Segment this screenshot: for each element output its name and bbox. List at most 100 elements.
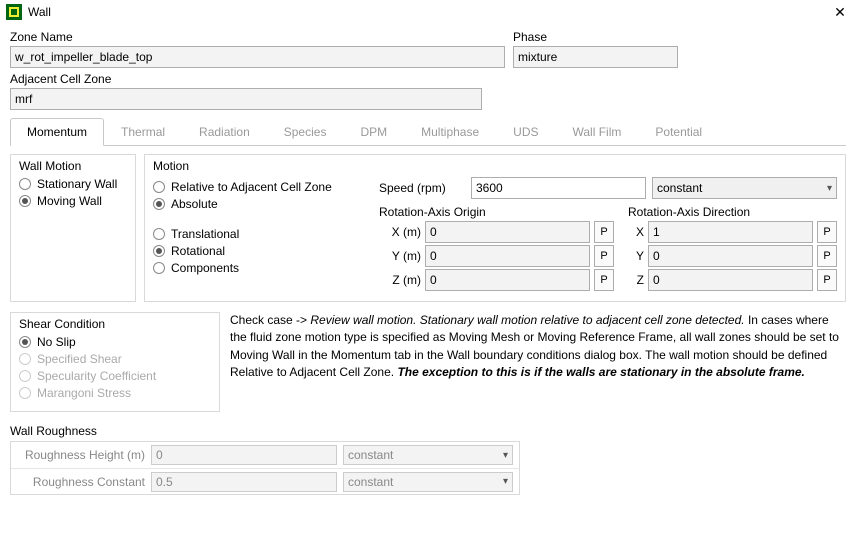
direction-x-p-button[interactable]: P [817,221,837,243]
note-bold: The exception to this is if the walls ar… [397,365,804,379]
check-case-note: Check case -> Review wall motion. Statio… [230,312,846,412]
wall-motion-group: Wall Motion Stationary Wall Moving Wall [10,154,136,302]
window-title: Wall [28,5,830,19]
roughness-height-label: Roughness Height (m) [17,448,145,462]
shear-specularity-label: Specularity Coefficient [37,369,156,383]
origin-y-input[interactable] [425,245,590,267]
rotation-direction-title: Rotation-Axis Direction [628,205,837,219]
roughness-group: Roughness Height (m) constant ▾ Roughnes… [10,441,520,495]
direction-y-label: Y [628,249,644,263]
speed-input[interactable] [471,177,646,199]
motion-title: Motion [153,159,837,173]
app-icon [6,4,22,20]
tabs: Momentum Thermal Radiation Species DPM M… [10,118,846,146]
radio-icon [153,228,165,240]
motion-ref-relative[interactable]: Relative to Adjacent Cell Zone [153,180,363,194]
note-italic: Review wall motion. Stationary wall moti… [310,313,744,327]
direction-y-input[interactable] [648,245,813,267]
origin-y-label: Y (m) [379,249,421,263]
origin-z-p-button[interactable]: P [594,269,614,291]
radio-icon [153,262,165,274]
shear-title: Shear Condition [19,317,211,331]
note-lead: Check case -> [230,313,310,327]
rotation-origin-title: Rotation-Axis Origin [379,205,614,219]
shear-marangoni: Marangoni Stress [19,386,211,400]
motion-ref-relative-label: Relative to Adjacent Cell Zone [171,180,332,194]
speed-label: Speed (rpm) [379,181,465,195]
motion-type-components[interactable]: Components [153,261,363,275]
motion-type-translational-label: Translational [171,227,239,241]
tab-thermal[interactable]: Thermal [104,118,182,145]
speed-mode-dropdown[interactable]: constant ▾ [652,177,837,199]
roughness-height-input [151,445,337,465]
tab-dpm[interactable]: DPM [343,118,404,145]
tab-momentum[interactable]: Momentum [10,118,104,146]
roughness-constant-input [151,472,337,492]
shear-marangoni-label: Marangoni Stress [37,386,131,400]
shear-no-slip-label: No Slip [37,335,76,349]
wall-motion-moving[interactable]: Moving Wall [19,194,127,208]
wall-motion-moving-label: Moving Wall [37,194,102,208]
wall-motion-title: Wall Motion [19,159,127,173]
origin-z-label: Z (m) [379,273,421,287]
direction-x-input[interactable] [648,221,813,243]
wall-motion-stationary-label: Stationary Wall [37,177,117,191]
speed-mode-value: constant [657,181,702,195]
chevron-down-icon: ▾ [827,183,832,194]
radio-icon [19,387,31,399]
origin-y-p-button[interactable]: P [594,245,614,267]
origin-z-input[interactable] [425,269,590,291]
roughness-title: Wall Roughness [10,424,846,438]
radio-icon [19,353,31,365]
phase-input[interactable] [513,46,678,68]
radio-icon [19,195,31,207]
radio-icon [19,370,31,382]
tab-uds[interactable]: UDS [496,118,555,145]
roughness-height-mode-dropdown: constant ▾ [343,445,513,465]
zone-name-label: Zone Name [10,30,505,44]
tab-potential[interactable]: Potential [638,118,719,145]
roughness-constant-mode-dropdown: constant ▾ [343,472,513,492]
origin-x-label: X (m) [379,225,421,239]
shear-specified-label: Specified Shear [37,352,122,366]
origin-x-input[interactable] [425,221,590,243]
tab-radiation[interactable]: Radiation [182,118,267,145]
motion-type-rotational[interactable]: Rotational [153,244,363,258]
tab-wall-film[interactable]: Wall Film [556,118,639,145]
radio-icon [153,181,165,193]
titlebar: Wall ✕ [0,0,856,24]
radio-icon [19,178,31,190]
origin-x-p-button[interactable]: P [594,221,614,243]
roughness-constant-mode-value: constant [348,475,393,489]
motion-ref-absolute-label: Absolute [171,197,218,211]
direction-x-label: X [628,225,644,239]
wall-motion-stationary[interactable]: Stationary Wall [19,177,127,191]
radio-icon [19,336,31,348]
direction-z-input[interactable] [648,269,813,291]
radio-icon [153,245,165,257]
motion-group: Motion Relative to Adjacent Cell Zone Ab… [144,154,846,302]
radio-icon [153,198,165,210]
rotation-origin-group: Rotation-Axis Origin X (m) P Y (m) P [379,205,614,293]
roughness-constant-label: Roughness Constant [17,475,145,489]
shear-no-slip[interactable]: No Slip [19,335,211,349]
adj-zone-label: Adjacent Cell Zone [10,72,482,86]
motion-ref-absolute[interactable]: Absolute [153,197,363,211]
tab-species[interactable]: Species [267,118,344,145]
shear-specified: Specified Shear [19,352,211,366]
close-button[interactable]: ✕ [830,2,850,22]
chevron-down-icon: ▾ [503,476,508,487]
adj-zone-input[interactable] [10,88,482,110]
direction-z-p-button[interactable]: P [817,269,837,291]
chevron-down-icon: ▾ [503,450,508,461]
shear-specularity: Specularity Coefficient [19,369,211,383]
zone-name-input[interactable] [10,46,505,68]
motion-type-rotational-label: Rotational [171,244,225,258]
motion-type-components-label: Components [171,261,239,275]
shear-condition-group: Shear Condition No Slip Specified Shear … [10,312,220,412]
tab-multiphase[interactable]: Multiphase [404,118,496,145]
direction-y-p-button[interactable]: P [817,245,837,267]
motion-type-translational[interactable]: Translational [153,227,363,241]
rotation-direction-group: Rotation-Axis Direction X P Y P [628,205,837,293]
roughness-height-mode-value: constant [348,448,393,462]
